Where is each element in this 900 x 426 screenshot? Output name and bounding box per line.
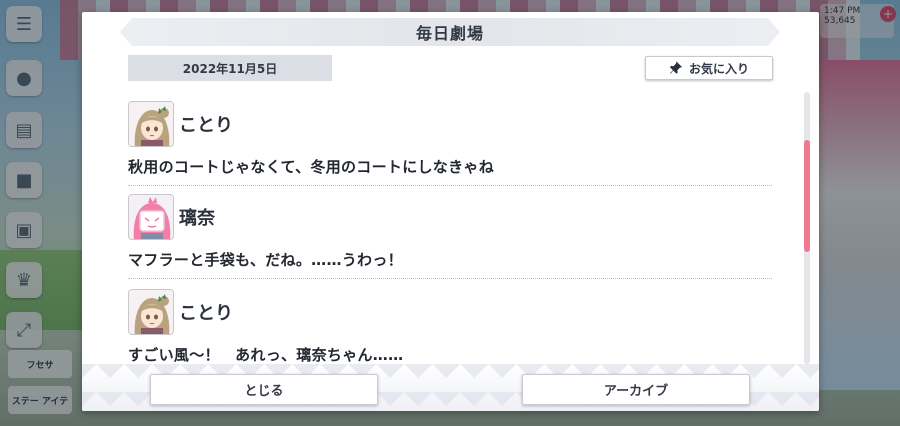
close-button[interactable]: とじる bbox=[150, 374, 378, 405]
divider bbox=[128, 185, 772, 186]
dialog-title: 毎日劇場 bbox=[415, 24, 484, 43]
favorite-label: お気に入り bbox=[688, 61, 749, 76]
dialogue-entry: 璃奈 マフラーと手袋も、だね。……うわっ！ bbox=[128, 193, 772, 279]
dialogue-line: すごい風〜！ あれっ、璃奈ちゃん…… bbox=[128, 346, 404, 364]
kotori-avatar-icon bbox=[128, 289, 174, 335]
dialogue-entry: ことり すごい風〜！ あれっ、璃奈ちゃん…… bbox=[128, 288, 772, 364]
archive-button[interactable]: アーカイブ bbox=[522, 374, 750, 405]
kotori-avatar-icon bbox=[128, 101, 174, 147]
daily-theater-dialog: 毎日劇場 2022年11月5日 お気に入り ことり 秋用のコートじゃなくて、冬用… bbox=[82, 12, 819, 411]
scrollbar-thumb[interactable] bbox=[804, 140, 810, 252]
speaker-name: ことり bbox=[179, 303, 233, 324]
date-label: 2022年11月5日 bbox=[182, 61, 278, 76]
speaker-name: ことり bbox=[179, 115, 233, 136]
divider bbox=[128, 278, 772, 279]
pin-icon bbox=[669, 61, 683, 74]
dialogue-entry: ことり 秋用のコートじゃなくて、冬用のコートにしなきゃね bbox=[128, 100, 772, 186]
dialogue-line: マフラーと手袋も、だね。……うわっ！ bbox=[128, 251, 403, 269]
favorite-button[interactable]: お気に入り bbox=[645, 56, 773, 80]
date-box: 2022年11月5日 bbox=[128, 55, 332, 81]
title-bar: 毎日劇場 bbox=[120, 18, 780, 46]
dialogue-list[interactable]: ことり 秋用のコートじゃなくて、冬用のコートにしなきゃね 璃奈 マフラーと手袋も… bbox=[82, 92, 802, 364]
close-label: とじる bbox=[244, 384, 284, 399]
speaker-name: 璃奈 bbox=[179, 208, 215, 229]
archive-label: アーカイブ bbox=[603, 384, 669, 399]
rina-avatar-icon bbox=[128, 194, 174, 240]
dialogue-line: 秋用のコートじゃなくて、冬用のコートにしなきゃね bbox=[128, 158, 495, 176]
